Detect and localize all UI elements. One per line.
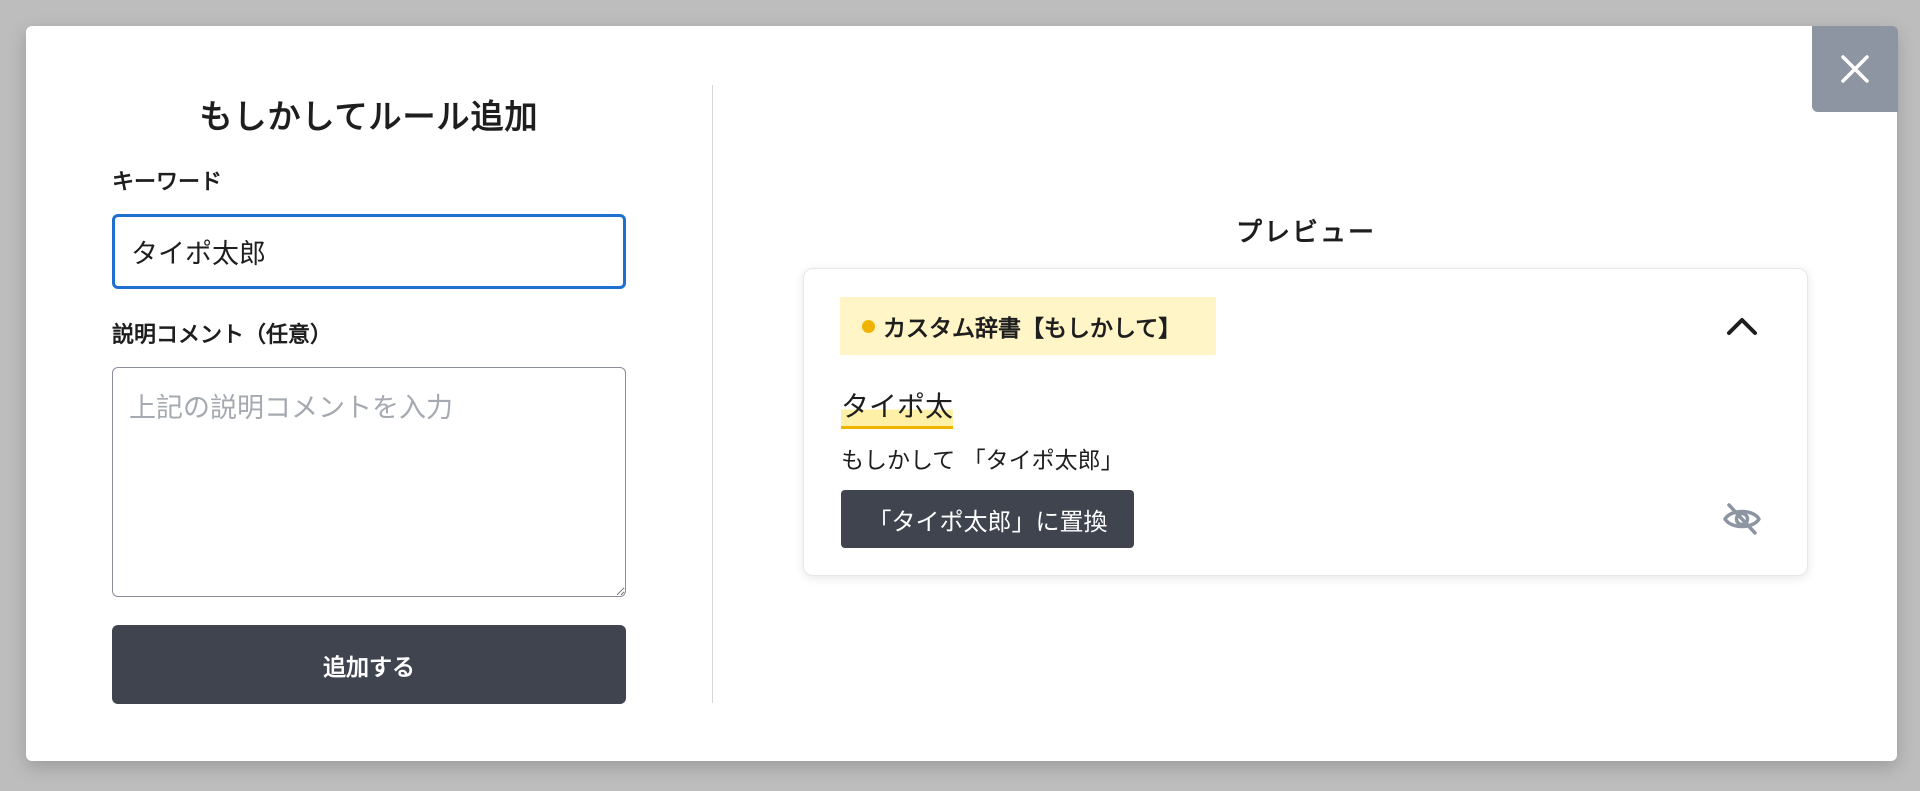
eye-off-icon: [1723, 503, 1761, 535]
add-rule-button[interactable]: 追加する: [112, 625, 626, 704]
preview-card: カスタム辞書【もしかして】 タイポ太 もしかして 「タイポ太郎」 「タイポ太郎」…: [803, 268, 1808, 576]
close-button[interactable]: [1812, 26, 1898, 112]
collapse-button[interactable]: [1722, 309, 1762, 343]
panel-divider: [712, 85, 713, 703]
category-dot-icon: [862, 319, 875, 333]
chevron-up-icon: [1727, 318, 1757, 335]
comment-label: 説明コメント（任意）: [112, 323, 333, 348]
suggestion-text: もしかして 「タイポ太郎」: [841, 448, 1124, 474]
keyword-input[interactable]: [112, 214, 626, 289]
typo-word: タイポ太: [841, 385, 954, 429]
close-icon: [1841, 55, 1869, 83]
hide-button[interactable]: [1722, 499, 1762, 539]
comment-textarea[interactable]: [112, 367, 626, 597]
dialog-title: もしかしてルール追加: [199, 97, 539, 136]
preview-title: プレビュー: [1236, 218, 1377, 248]
category-tag: カスタム辞書【もしかして】: [840, 297, 1216, 355]
category-tag-label: カスタム辞書【もしかして】: [883, 316, 1182, 342]
replace-button[interactable]: 「タイポ太郎」に置換: [841, 490, 1134, 548]
keyword-label: キーワード: [112, 170, 223, 195]
